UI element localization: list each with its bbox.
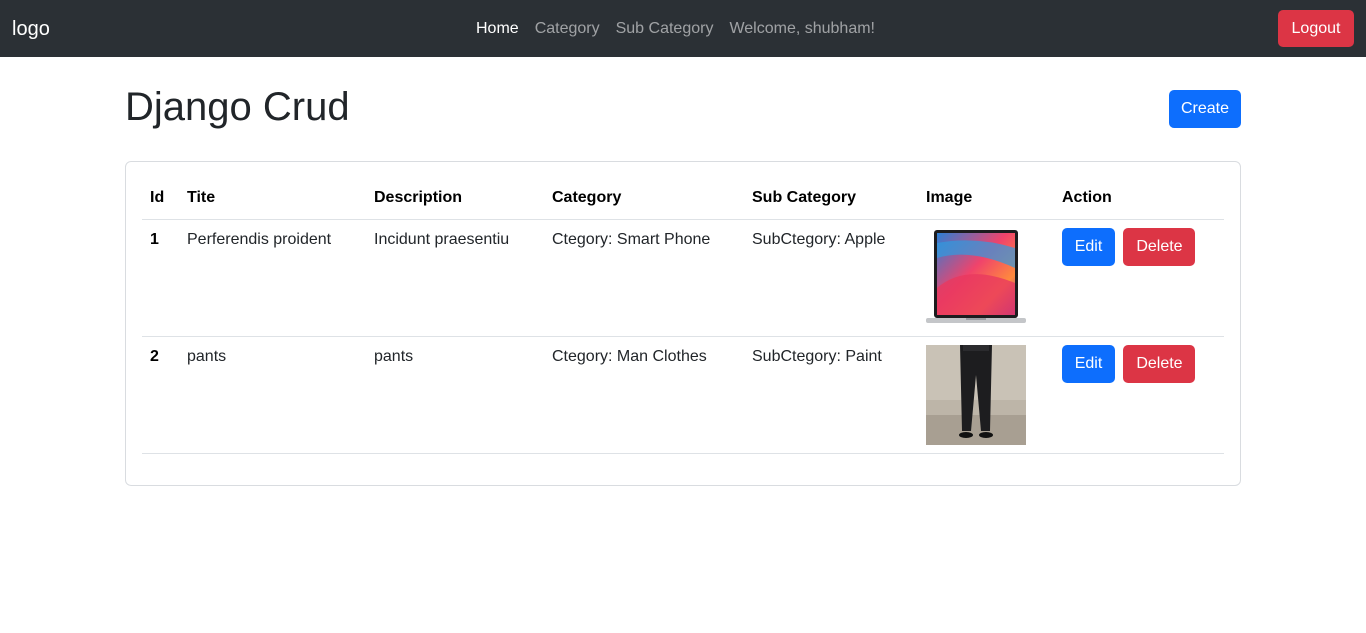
- edit-button[interactable]: Edit: [1062, 227, 1115, 266]
- row-category: Ctegory: Man Clothes: [544, 336, 744, 454]
- create-button[interactable]: Create: [1169, 90, 1241, 128]
- row-description: pants: [366, 336, 544, 454]
- header-description: Description: [366, 178, 544, 220]
- row-image-cell: [918, 336, 1054, 454]
- laptop-image: [926, 227, 1026, 328]
- row-title: Perferendis proident: [179, 219, 366, 337]
- header-title: Tite: [179, 178, 366, 220]
- records-card: Id Tite Description Category Sub Categor…: [125, 161, 1241, 486]
- nav-link-category[interactable]: Category: [535, 17, 600, 41]
- nav-link-sub-category[interactable]: Sub Category: [616, 17, 714, 41]
- table-header-row: Id Tite Description Category Sub Categor…: [142, 178, 1224, 220]
- top-navbar: logo Home Category Sub Category Welcome,…: [0, 0, 1366, 57]
- nav-links: Home Category Sub Category Welcome, shub…: [476, 17, 875, 41]
- row-image-cell: [918, 219, 1054, 337]
- row-title: pants: [179, 336, 366, 454]
- header-image: Image: [918, 178, 1054, 220]
- row-id: 1: [142, 219, 179, 337]
- page-title: Django Crud: [125, 85, 350, 129]
- delete-button[interactable]: Delete: [1123, 227, 1196, 266]
- row-id: 2: [142, 336, 179, 454]
- row-sub-category: SubCtegory: Apple: [744, 219, 918, 337]
- table-row: 1 Perferendis proident Incidunt praesent…: [142, 219, 1224, 337]
- records-table: Id Tite Description Category Sub Categor…: [142, 178, 1224, 454]
- nav-link-home[interactable]: Home: [476, 17, 519, 41]
- table-row: 2 pants pants Ctegory: Man Clothes SubCt…: [142, 336, 1224, 454]
- pants-image: [926, 344, 1026, 445]
- delete-button[interactable]: Delete: [1123, 344, 1196, 383]
- header-id: Id: [142, 178, 179, 220]
- row-actions: Edit Delete: [1054, 336, 1224, 454]
- header-category: Category: [544, 178, 744, 220]
- brand-logo-link[interactable]: logo: [12, 15, 50, 43]
- header-sub-category: Sub Category: [744, 178, 918, 220]
- welcome-text: Welcome, shubham!: [729, 20, 875, 37]
- row-description: Incidunt praesentiu: [366, 219, 544, 337]
- row-actions: Edit Delete: [1054, 219, 1224, 337]
- header-action: Action: [1054, 178, 1224, 220]
- logout-button[interactable]: Logout: [1278, 10, 1354, 47]
- edit-button[interactable]: Edit: [1062, 344, 1115, 383]
- row-sub-category: SubCtegory: Paint: [744, 336, 918, 454]
- row-category: Ctegory: Smart Phone: [544, 219, 744, 337]
